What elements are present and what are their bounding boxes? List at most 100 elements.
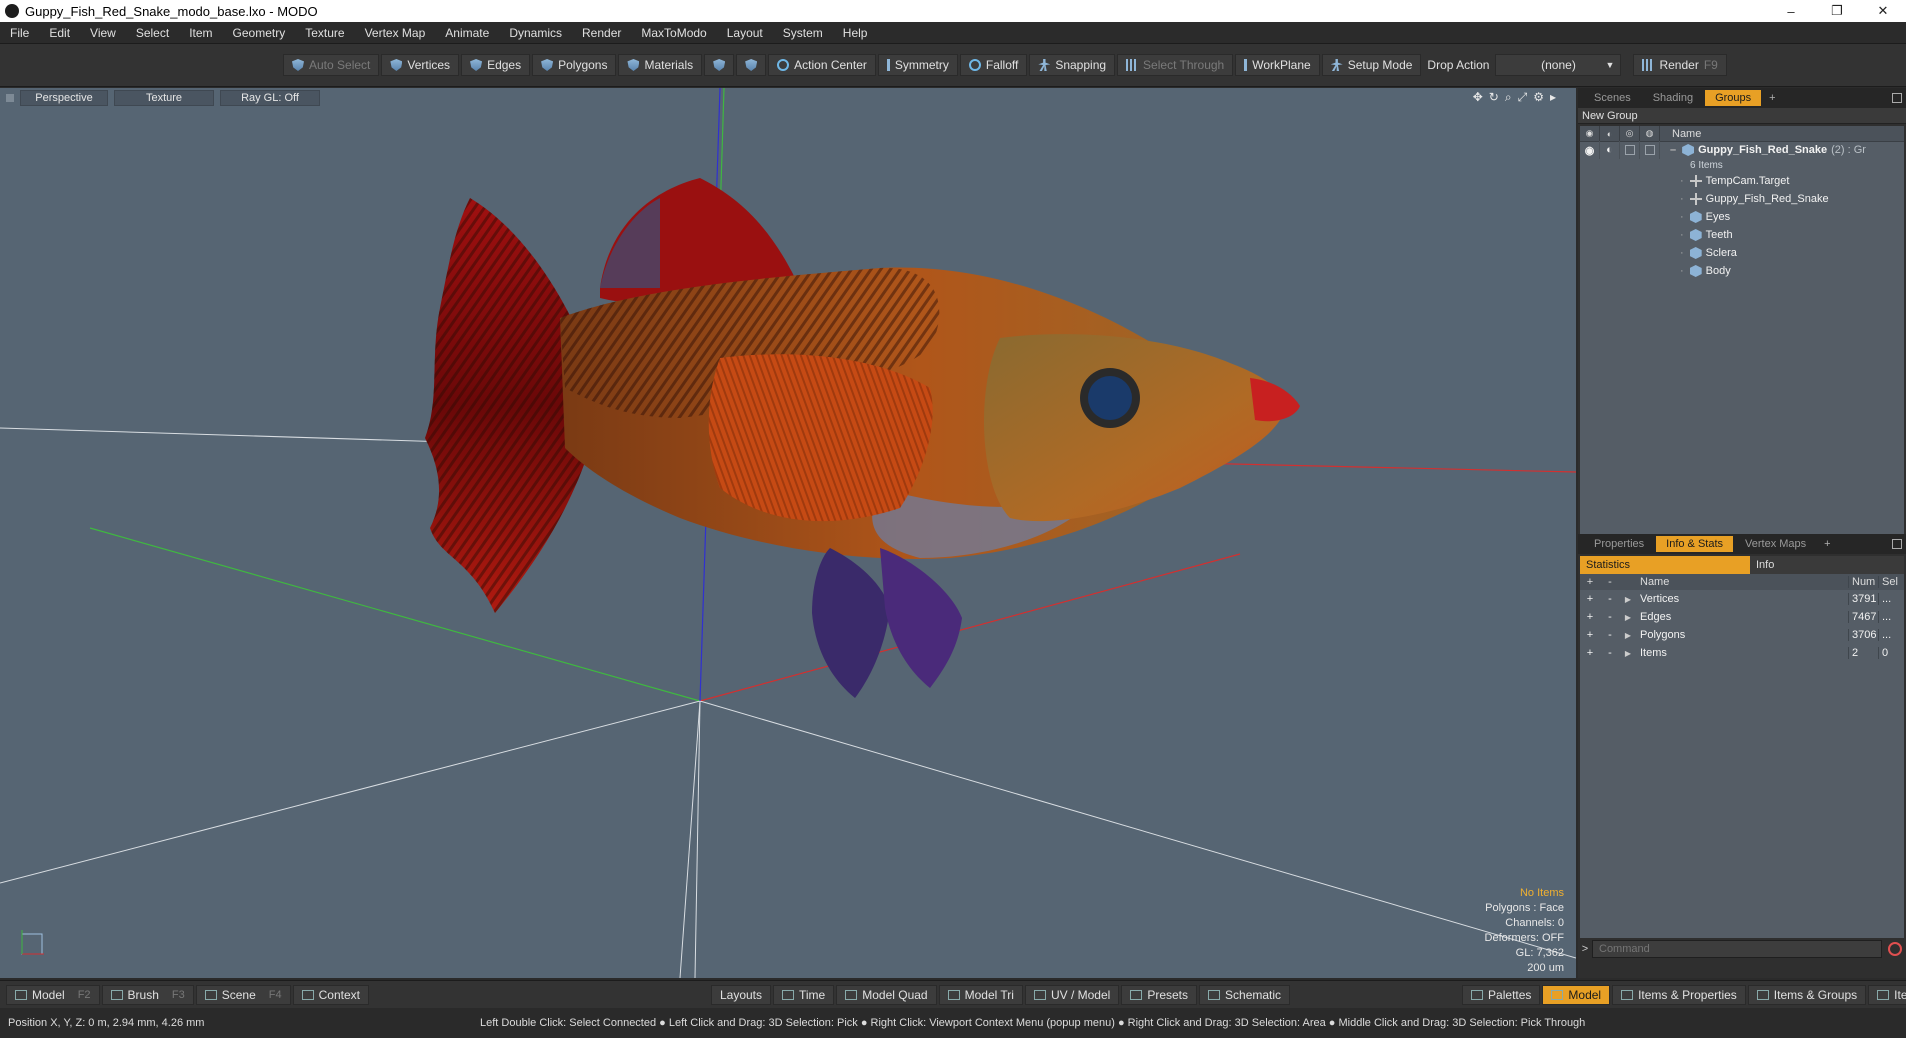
menu-file[interactable]: File bbox=[0, 22, 39, 44]
select-column-icon[interactable]: ◍ bbox=[1640, 125, 1660, 142]
menu-edit[interactable]: Edit bbox=[39, 22, 80, 44]
select-mode-b-button[interactable] bbox=[736, 54, 767, 76]
root-render-icon[interactable]: ◐ bbox=[1600, 141, 1620, 159]
palettes-button[interactable]: Palettes bbox=[1462, 984, 1541, 1005]
viewport-menu-dot[interactable] bbox=[6, 94, 14, 102]
uv-model-button[interactable]: UV / Model bbox=[1024, 984, 1120, 1005]
visibility-column-icon[interactable]: ◉ bbox=[1580, 125, 1600, 142]
restore-button[interactable]: ❐ bbox=[1814, 0, 1860, 22]
add-icon[interactable]: + bbox=[1580, 629, 1600, 641]
viewport-settings-icon[interactable]: ⚙ bbox=[1533, 90, 1544, 105]
expand-arrow-icon[interactable]: ▶ bbox=[1620, 649, 1636, 658]
command-input[interactable] bbox=[1592, 940, 1882, 958]
time-button[interactable]: Time bbox=[773, 984, 835, 1005]
view-mode-button[interactable]: Perspective bbox=[20, 90, 108, 106]
schematic-button[interactable]: Schematic bbox=[1199, 984, 1291, 1005]
expand-arrow-icon[interactable]: ▶ bbox=[1620, 631, 1636, 640]
table-row[interactable]: + - ▶ Items 2 0 bbox=[1580, 644, 1904, 662]
add-icon[interactable]: + bbox=[1580, 593, 1600, 605]
tab-vertex-maps[interactable]: Vertex Maps bbox=[1735, 536, 1816, 552]
table-row[interactable]: + - ▶ Edges 7467 ... bbox=[1580, 608, 1904, 626]
table-row[interactable]: + - ▶ Polygons 3706 ... bbox=[1580, 626, 1904, 644]
menu-dynamics[interactable]: Dynamics bbox=[499, 22, 572, 44]
expand-arrow-icon[interactable]: ▶ bbox=[1620, 613, 1636, 622]
menu-layout[interactable]: Layout bbox=[717, 22, 773, 44]
add-icon[interactable]: + bbox=[1580, 611, 1600, 623]
workplane-button[interactable]: WorkPlane bbox=[1235, 54, 1320, 76]
model-layout-button[interactable]: Model bbox=[1542, 984, 1611, 1005]
lock-column-icon[interactable]: ◎ bbox=[1620, 125, 1640, 142]
table-row[interactable]: + - ▶ Vertices 3791 ... bbox=[1580, 590, 1904, 608]
expand-all-icon[interactable]: + bbox=[1580, 576, 1600, 588]
edges-button[interactable]: Edges bbox=[461, 54, 531, 76]
tree-item-body[interactable]: · Body bbox=[1580, 262, 1904, 280]
remove-icon[interactable]: - bbox=[1600, 647, 1620, 659]
collapse-icon[interactable]: – bbox=[1670, 144, 1676, 156]
raygl-button[interactable]: Ray GL: Off bbox=[220, 90, 320, 106]
shading-mode-button[interactable]: Texture bbox=[114, 90, 214, 106]
root-lock-toggle[interactable] bbox=[1620, 141, 1640, 159]
collapse-all-icon[interactable]: - bbox=[1600, 576, 1620, 588]
render-column-icon[interactable]: ◐ bbox=[1600, 125, 1620, 142]
menu-view[interactable]: View bbox=[80, 22, 126, 44]
menu-geometry[interactable]: Geometry bbox=[223, 22, 296, 44]
tree-item-teeth[interactable]: · Teeth bbox=[1580, 226, 1904, 244]
drop-action-select[interactable]: (none) ▼ bbox=[1495, 54, 1622, 76]
items-shading-button[interactable]: Items & Shading bbox=[1868, 984, 1906, 1005]
falloff-button[interactable]: Falloff bbox=[959, 54, 1028, 76]
command-history-icon[interactable] bbox=[1888, 942, 1902, 956]
snapping-button[interactable]: Snapping bbox=[1029, 54, 1116, 76]
tree-root-group[interactable]: ◉ ◐ – Guppy_Fish_Red_Snake (2) : Gr bbox=[1580, 141, 1904, 159]
tab-properties[interactable]: Properties bbox=[1584, 536, 1654, 552]
presets-button[interactable]: Presets bbox=[1121, 984, 1198, 1005]
tab-info-stats[interactable]: Info & Stats bbox=[1656, 536, 1734, 552]
tab-shading[interactable]: Shading bbox=[1643, 90, 1703, 106]
model-tri-button[interactable]: Model Tri bbox=[938, 984, 1023, 1005]
action-center-button[interactable]: Action Center bbox=[768, 54, 876, 76]
remove-icon[interactable]: - bbox=[1600, 629, 1620, 641]
tab-scenes[interactable]: Scenes bbox=[1584, 90, 1641, 106]
add-tab-icon[interactable]: + bbox=[1818, 538, 1836, 550]
materials-button[interactable]: Materials bbox=[618, 54, 703, 76]
model-quad-button[interactable]: Model Quad bbox=[836, 984, 937, 1005]
menu-select[interactable]: Select bbox=[126, 22, 179, 44]
setup-mode-button[interactable]: Setup Mode bbox=[1321, 54, 1422, 76]
tab-statistics[interactable]: Statistics bbox=[1580, 556, 1750, 574]
root-select-toggle[interactable] bbox=[1640, 141, 1660, 159]
expand-arrow-icon[interactable]: ▶ bbox=[1620, 595, 1636, 604]
render-button[interactable]: Render F9 bbox=[1633, 54, 1727, 76]
layout-brush-button[interactable]: Brush F3 bbox=[101, 984, 194, 1005]
layouts-button[interactable]: Layouts bbox=[710, 984, 771, 1005]
zoom-view-icon[interactable]: ⌕ bbox=[1505, 90, 1512, 105]
menu-system[interactable]: System bbox=[773, 22, 833, 44]
add-tab-icon[interactable]: + bbox=[1763, 92, 1781, 104]
layout-model-button[interactable]: Model F2 bbox=[6, 984, 100, 1005]
tree-item-sclera[interactable]: · Sclera bbox=[1580, 244, 1904, 262]
new-group-button[interactable]: New Group bbox=[1578, 108, 1906, 124]
menu-render[interactable]: Render bbox=[572, 22, 631, 44]
tree-item-guppy-locator[interactable]: · Guppy_Fish_Red_Snake bbox=[1580, 190, 1904, 208]
symmetry-button[interactable]: Symmetry bbox=[877, 54, 958, 76]
expand-panel-icon[interactable] bbox=[1892, 93, 1902, 103]
items-groups-button[interactable]: Items & Groups bbox=[1747, 984, 1867, 1005]
close-button[interactable]: ✕ bbox=[1860, 0, 1906, 22]
menu-item[interactable]: Item bbox=[179, 22, 222, 44]
tree-item-eyes[interactable]: · Eyes bbox=[1580, 208, 1904, 226]
guppy-fish-model[interactable] bbox=[425, 178, 1300, 698]
auto-select-button[interactable]: Auto Select bbox=[283, 54, 380, 76]
root-visibility-icon[interactable]: ◉ bbox=[1580, 141, 1600, 159]
select-mode-a-button[interactable] bbox=[704, 54, 735, 76]
viewport-expand-icon[interactable]: ▸ bbox=[1550, 90, 1556, 105]
3d-viewport[interactable]: Perspective Texture Ray GL: Off ✥ ↻ ⌕ ⤢ … bbox=[0, 88, 1576, 978]
move-view-icon[interactable]: ✥ bbox=[1473, 90, 1483, 105]
menu-maxtomodo[interactable]: MaxToModo bbox=[631, 22, 716, 44]
remove-icon[interactable]: - bbox=[1600, 611, 1620, 623]
polygons-button[interactable]: Polygons bbox=[532, 54, 617, 76]
maximize-view-icon[interactable]: ⤢ bbox=[1518, 90, 1528, 105]
tab-info[interactable]: Info bbox=[1750, 556, 1904, 574]
tab-groups[interactable]: Groups bbox=[1705, 90, 1762, 106]
menu-animate[interactable]: Animate bbox=[435, 22, 499, 44]
menu-help[interactable]: Help bbox=[833, 22, 878, 44]
expand-panel-icon[interactable] bbox=[1892, 539, 1902, 549]
layout-scene-button[interactable]: Scene F4 bbox=[195, 984, 291, 1005]
